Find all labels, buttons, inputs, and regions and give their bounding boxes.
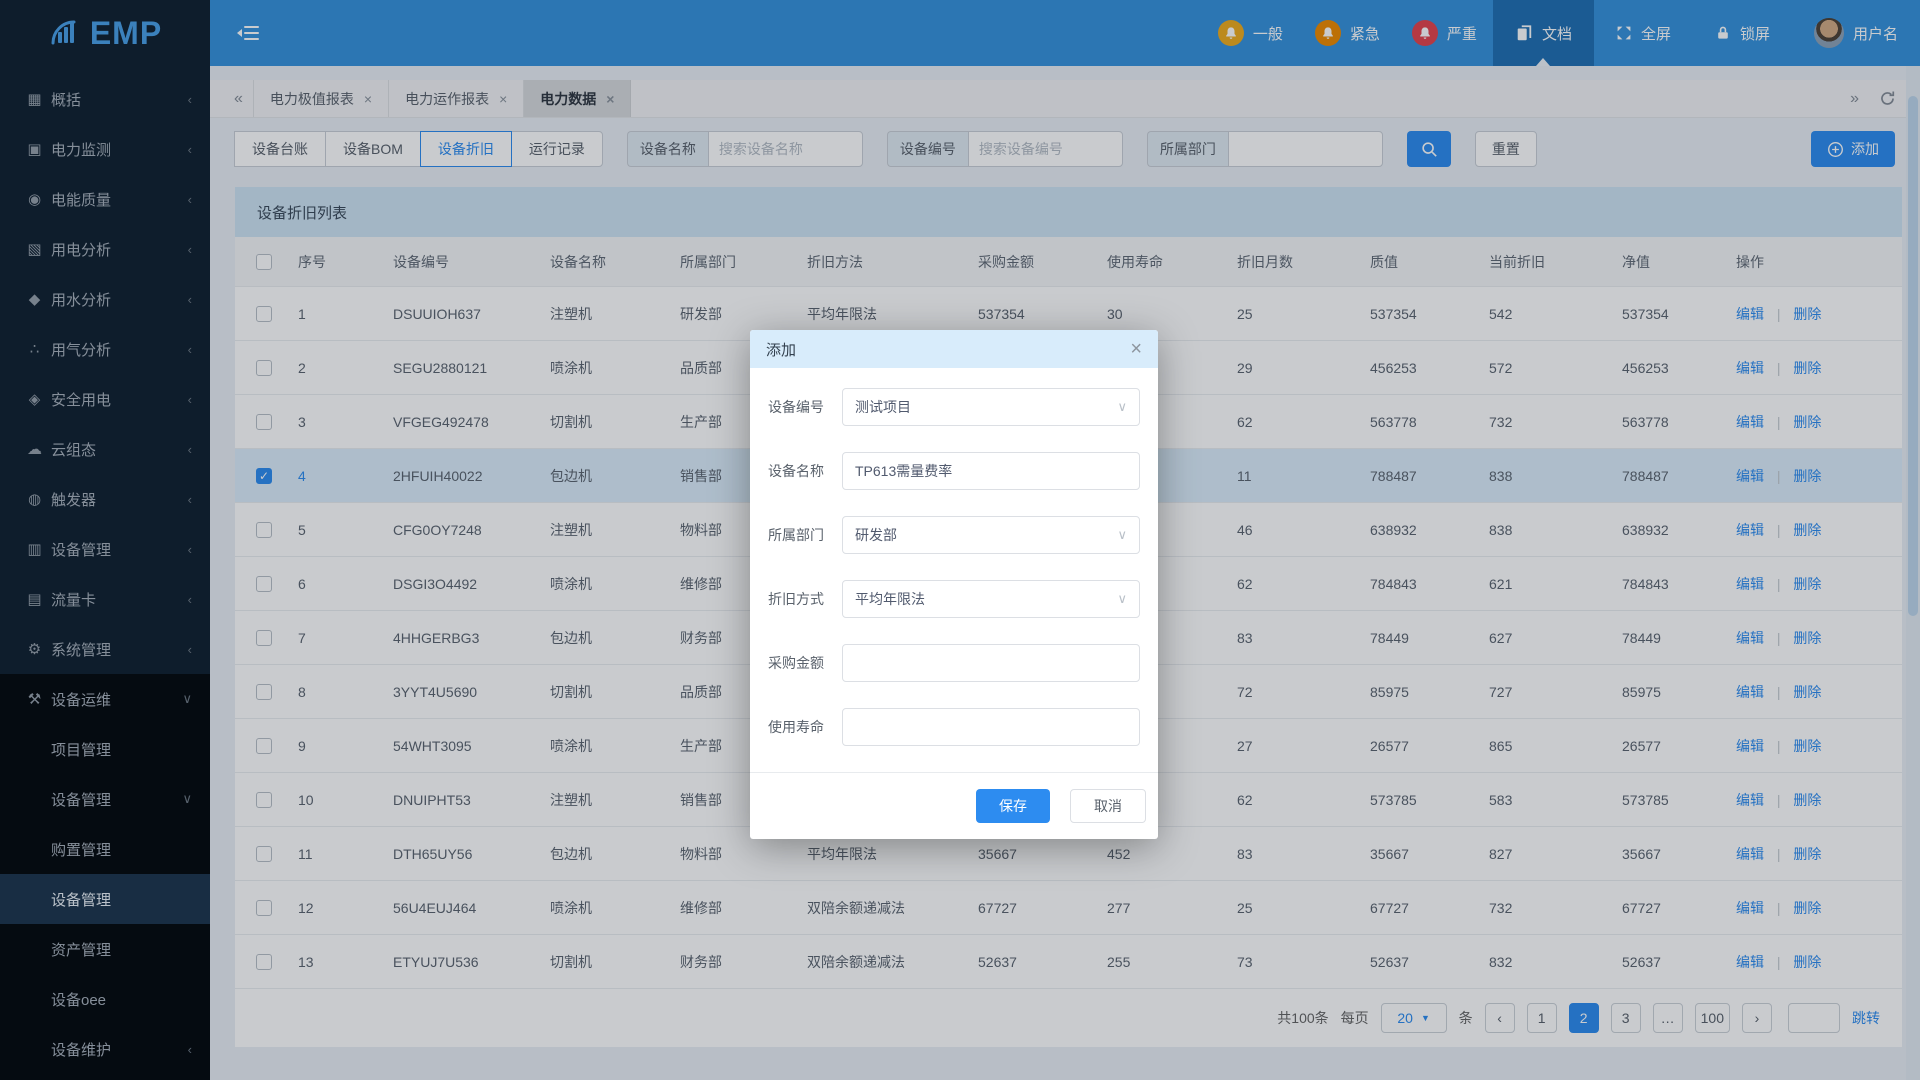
form-row: 折旧方式 平均年限法 ∨ xyxy=(768,580,1140,618)
form-control[interactable] xyxy=(842,708,1140,746)
form-label: 所属部门 xyxy=(768,525,832,545)
form-control[interactable]: TP613需量费率 xyxy=(842,452,1140,490)
app-root: EMP ▦ 概括 ‹ ▣ 电力监测 ‹ ◉ 电能质量 ‹ ▧ 用电分析 xyxy=(0,0,1920,1047)
modal-footer: 保存 取消 xyxy=(750,772,1158,839)
modal-header: 添加 × xyxy=(750,330,1158,368)
form-label: 设备编号 xyxy=(768,397,832,417)
form-control[interactable]: 平均年限法 ∨ xyxy=(842,580,1140,618)
chevron-down-icon: ∨ xyxy=(1117,591,1127,607)
form-control[interactable] xyxy=(842,644,1140,682)
form-row: 设备名称 TP613需量费率 xyxy=(768,452,1140,490)
form-control[interactable]: 研发部 ∨ xyxy=(842,516,1140,554)
form-row: 设备编号 测试项目 ∨ xyxy=(768,388,1140,426)
cancel-button[interactable]: 取消 xyxy=(1070,789,1146,823)
add-modal: 添加 × 设备编号 测试项目 ∨ 设备名称 TP613需量费率 xyxy=(750,330,1158,839)
save-button[interactable]: 保存 xyxy=(976,789,1050,823)
form-row: 采购金额 xyxy=(768,644,1140,682)
form-row: 使用寿命 xyxy=(768,708,1140,746)
modal-form: 设备编号 测试项目 ∨ 设备名称 TP613需量费率 所属部门 研发部 xyxy=(750,368,1158,746)
form-label: 采购金额 xyxy=(768,653,832,673)
form-value: 研发部 xyxy=(855,525,897,545)
modal-title: 添加 xyxy=(766,339,796,360)
chevron-down-icon: ∨ xyxy=(1117,399,1127,415)
close-icon[interactable]: × xyxy=(1130,339,1142,359)
form-label: 使用寿命 xyxy=(768,717,832,737)
form-label: 设备名称 xyxy=(768,461,832,481)
form-value: TP613需量费率 xyxy=(855,461,952,481)
form-value: 平均年限法 xyxy=(855,589,925,609)
form-label: 折旧方式 xyxy=(768,589,832,609)
form-value: 测试项目 xyxy=(855,397,911,417)
form-row: 所属部门 研发部 ∨ xyxy=(768,516,1140,554)
chevron-down-icon: ∨ xyxy=(1117,527,1127,543)
form-control[interactable]: 测试项目 ∨ xyxy=(842,388,1140,426)
